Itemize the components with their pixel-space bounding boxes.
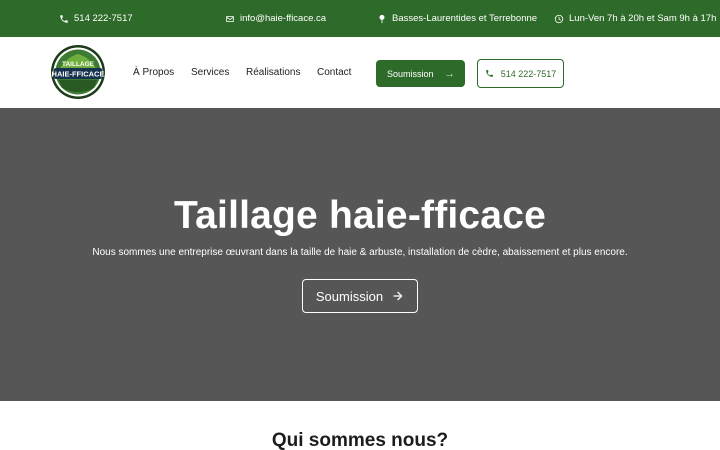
hero-quote-label: Soumission bbox=[315, 288, 384, 304]
envelope-icon bbox=[226, 15, 234, 22]
topbar-phone-text: 514 222-7517 bbox=[74, 13, 133, 24]
nav-item-contact[interactable]: Contact bbox=[317, 37, 351, 108]
site-header: TAILLAGE HAIE-FFICACE À Propos Services … bbox=[0, 37, 720, 108]
hero-section: Taillage haie-fficace Nous sommes une en… bbox=[0, 108, 720, 401]
logo-text-main: HAIE-FFICACE bbox=[52, 70, 105, 79]
hero-quote-button[interactable]: Soumission bbox=[302, 279, 418, 313]
header-phone-label: 514 222-7517 bbox=[500, 68, 557, 79]
top-info-bar: 514 222-7517 info@haie-fficace.ca Basses… bbox=[0, 0, 720, 37]
arrow-right-icon: → bbox=[444, 67, 455, 80]
topbar-email[interactable]: info@haie-fficace.ca bbox=[225, 0, 326, 37]
topbar-hours: Lun-Ven 7h à 20h et Sam 9h à 17h bbox=[554, 0, 716, 37]
clock-icon bbox=[554, 14, 564, 23]
phone-icon bbox=[485, 70, 493, 77]
nav-item-realisations[interactable]: Réalisations bbox=[246, 37, 300, 108]
topbar-email-text: info@haie-fficace.ca bbox=[240, 13, 327, 24]
header-quote-button[interactable]: Soumission → bbox=[376, 60, 465, 87]
about-section-title: Qui sommes nous? bbox=[271, 430, 449, 450]
logo-text-top: TAILLAGE bbox=[62, 61, 95, 68]
site-logo[interactable]: TAILLAGE HAIE-FFICACE bbox=[48, 44, 108, 100]
topbar-phone[interactable]: 514 222-7517 bbox=[59, 0, 133, 37]
arrow-right-icon bbox=[393, 291, 403, 301]
logo-badge-icon: TAILLAGE HAIE-FFICACE bbox=[51, 45, 105, 99]
hero-subtitle: Nous sommes une entreprise œuvrant dans … bbox=[92, 247, 628, 258]
hero-title: Taillage haie-fficace bbox=[174, 194, 546, 237]
nav-item-services[interactable]: Services bbox=[191, 37, 229, 108]
topbar-hours-text: Lun-Ven 7h à 20h et Sam 9h à 17h bbox=[569, 13, 717, 24]
topbar-location-text: Basses-Laurentides et Terrebonne bbox=[392, 13, 538, 24]
header-quote-label: Soumission bbox=[387, 68, 434, 79]
header-phone-button[interactable]: 514 222-7517 bbox=[477, 59, 564, 88]
topbar-location: Basses-Laurentides et Terrebonne bbox=[377, 0, 537, 37]
map-pin-icon bbox=[379, 14, 385, 23]
phone-icon bbox=[60, 14, 68, 23]
nav-item-apropos[interactable]: À Propos bbox=[133, 37, 174, 108]
